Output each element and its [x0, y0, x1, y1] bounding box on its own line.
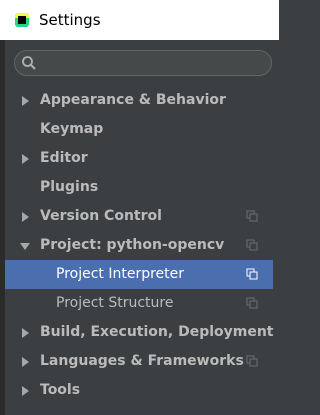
tree-item-label: Project Interpreter	[56, 266, 185, 282]
tree-item-label: Project Structure	[56, 295, 174, 311]
pycharm-app-icon	[15, 13, 29, 27]
tree-item-label: Languages & Frameworks	[40, 353, 244, 369]
expand-arrow-icon[interactable]	[19, 211, 31, 223]
tree-item-label: Plugins	[40, 179, 99, 195]
window-title: Settings	[39, 11, 101, 29]
project-level-settings-icon	[246, 210, 258, 222]
search-icon	[22, 56, 36, 70]
search-field[interactable]	[14, 50, 272, 76]
tree-item-label: Project: python-opencv	[40, 237, 225, 253]
tree-item-keymap[interactable]: Keymap	[5, 115, 273, 144]
tree-item-label: Version Control	[40, 208, 162, 224]
expand-arrow-icon[interactable]	[19, 385, 31, 397]
tree-item-build-execution-deployment[interactable]: Build, Execution, Deployment	[5, 318, 274, 347]
expand-arrow-icon[interactable]	[19, 95, 31, 107]
expand-arrow-icon[interactable]	[19, 153, 31, 165]
expand-arrow-icon[interactable]	[19, 356, 31, 368]
expand-arrow-icon[interactable]	[19, 327, 31, 339]
tree-item-label: Tools	[40, 382, 81, 398]
tree-item-editor[interactable]: Editor	[5, 144, 273, 173]
tree-item-languages-frameworks[interactable]: Languages & Frameworks	[5, 347, 273, 376]
tree-item-appearance-behavior[interactable]: Appearance & Behavior	[5, 86, 273, 115]
tree-item-project-interpreter[interactable]: Project Interpreter	[5, 260, 273, 289]
tree-item-label: Build, Execution, Deployment	[40, 324, 274, 340]
collapse-arrow-icon[interactable]	[19, 240, 31, 252]
project-level-settings-icon	[246, 268, 258, 280]
tree-item-project-structure[interactable]: Project Structure	[5, 289, 273, 318]
tree-item-version-control[interactable]: Version Control	[5, 202, 273, 231]
tree-item-label: Appearance & Behavior	[40, 92, 226, 108]
title-bar: Settings	[0, 0, 279, 40]
tree-item-project-python-opencv[interactable]: Project: python-opencv	[5, 231, 273, 260]
project-level-settings-icon	[246, 355, 258, 367]
project-level-settings-icon	[246, 297, 258, 309]
tree-item-label: Editor	[40, 150, 88, 166]
project-level-settings-icon	[246, 239, 258, 251]
tree-item-tools[interactable]: Tools	[5, 376, 273, 405]
tree-item-plugins[interactable]: Plugins	[5, 173, 273, 202]
tree-item-label: Keymap	[40, 121, 104, 137]
